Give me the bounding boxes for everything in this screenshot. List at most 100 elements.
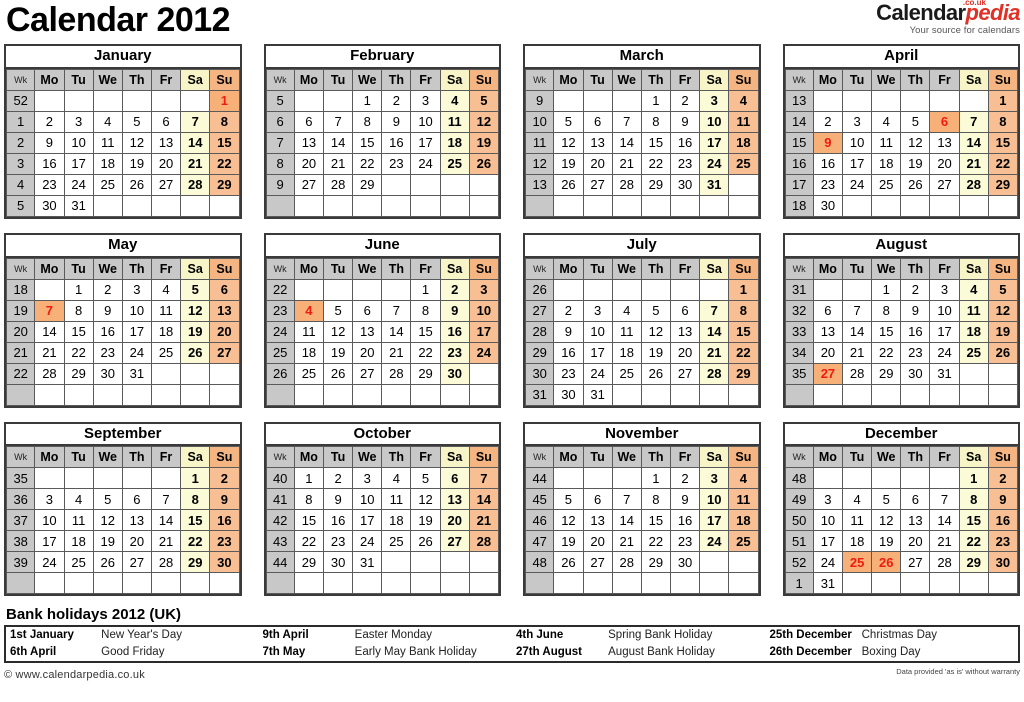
day-cell[interactable]: 6 xyxy=(900,488,931,511)
day-cell[interactable]: 3 xyxy=(812,488,844,511)
day-cell[interactable]: 18 xyxy=(958,320,989,343)
day-cell[interactable]: 12 xyxy=(871,509,902,532)
day-cell[interactable]: 7 xyxy=(699,299,730,322)
day-cell[interactable]: 5 xyxy=(322,299,354,322)
day-cell[interactable]: 14 xyxy=(180,131,211,154)
day-cell[interactable]: 6 xyxy=(439,467,470,490)
day-cell[interactable]: 3 xyxy=(34,488,65,511)
day-cell[interactable]: 1 xyxy=(352,89,383,112)
day-cell[interactable]: 9 xyxy=(553,320,584,343)
day-cell[interactable]: 16 xyxy=(669,509,701,532)
day-cell[interactable]: 16 xyxy=(209,509,240,532)
day-cell[interactable]: 9 xyxy=(669,110,701,133)
day-cell[interactable]: 22 xyxy=(640,152,671,175)
day-cell[interactable]: 6 xyxy=(812,299,844,322)
day-cell-holiday[interactable]: 7 xyxy=(34,299,65,322)
day-cell[interactable]: 15 xyxy=(352,131,383,154)
day-cell[interactable]: 31 xyxy=(699,173,730,196)
day-cell[interactable]: 3 xyxy=(841,110,873,133)
day-cell[interactable]: 23 xyxy=(381,152,412,175)
day-cell[interactable]: 24 xyxy=(410,152,441,175)
day-cell[interactable]: 1 xyxy=(987,89,1019,112)
day-cell[interactable]: 15 xyxy=(640,509,671,532)
day-cell-holiday[interactable]: 4 xyxy=(293,299,325,322)
day-cell[interactable]: 3 xyxy=(699,467,730,490)
day-cell[interactable]: 13 xyxy=(900,509,931,532)
day-cell[interactable]: 7 xyxy=(611,488,642,511)
day-cell[interactable]: 3 xyxy=(352,467,383,490)
day-cell[interactable]: 8 xyxy=(209,110,240,133)
day-cell[interactable]: 17 xyxy=(63,152,94,175)
day-cell[interactable]: 7 xyxy=(180,110,211,133)
day-cell[interactable]: 24 xyxy=(841,173,873,196)
day-cell[interactable]: 19 xyxy=(900,152,931,175)
day-cell[interactable]: 27 xyxy=(900,551,931,574)
day-cell[interactable]: 15 xyxy=(728,320,759,343)
day-cell[interactable]: 28 xyxy=(468,530,500,553)
day-cell[interactable]: 16 xyxy=(439,320,470,343)
day-cell[interactable]: 1 xyxy=(640,89,671,112)
day-cell[interactable]: 27 xyxy=(582,173,613,196)
day-cell[interactable]: 6 xyxy=(669,299,701,322)
day-cell[interactable]: 22 xyxy=(410,341,441,364)
day-cell[interactable]: 5 xyxy=(553,110,584,133)
day-cell[interactable]: 6 xyxy=(293,110,325,133)
day-cell[interactable]: 9 xyxy=(439,299,470,322)
day-cell[interactable]: 5 xyxy=(92,488,123,511)
day-cell[interactable]: 16 xyxy=(669,131,701,154)
day-cell[interactable]: 10 xyxy=(63,131,94,154)
day-cell[interactable]: 22 xyxy=(180,530,211,553)
day-cell[interactable]: 19 xyxy=(121,152,152,175)
day-cell[interactable]: 20 xyxy=(669,341,701,364)
day-cell[interactable]: 22 xyxy=(871,341,902,364)
day-cell[interactable]: 10 xyxy=(352,488,383,511)
day-cell[interactable]: 21 xyxy=(841,341,873,364)
day-cell[interactable]: 13 xyxy=(812,320,844,343)
day-cell[interactable]: 19 xyxy=(180,320,211,343)
day-cell[interactable]: 9 xyxy=(900,299,931,322)
day-cell[interactable]: 2 xyxy=(34,110,65,133)
day-cell[interactable]: 31 xyxy=(582,383,613,406)
day-cell[interactable]: 9 xyxy=(209,488,240,511)
day-cell[interactable]: 11 xyxy=(150,299,182,322)
day-cell[interactable]: 17 xyxy=(34,530,65,553)
day-cell[interactable]: 28 xyxy=(699,362,730,385)
day-cell[interactable]: 26 xyxy=(92,551,123,574)
day-cell[interactable]: 23 xyxy=(322,530,354,553)
day-cell[interactable]: 29 xyxy=(987,173,1019,196)
day-cell[interactable]: 25 xyxy=(958,341,989,364)
day-cell[interactable]: 30 xyxy=(987,551,1019,574)
day-cell[interactable]: 8 xyxy=(352,110,383,133)
day-cell[interactable]: 16 xyxy=(900,320,931,343)
day-cell[interactable]: 24 xyxy=(699,152,730,175)
day-cell[interactable]: 7 xyxy=(929,488,960,511)
day-cell[interactable]: 14 xyxy=(611,509,642,532)
day-cell[interactable]: 24 xyxy=(468,341,500,364)
day-cell[interactable]: 26 xyxy=(322,362,354,385)
day-cell[interactable]: 30 xyxy=(812,194,844,217)
day-cell[interactable]: 14 xyxy=(929,509,960,532)
day-cell[interactable]: 7 xyxy=(150,488,182,511)
day-cell[interactable]: 24 xyxy=(582,362,613,385)
day-cell[interactable]: 24 xyxy=(699,530,730,553)
day-cell[interactable]: 22 xyxy=(640,530,671,553)
day-cell[interactable]: 3 xyxy=(699,89,730,112)
day-cell[interactable]: 26 xyxy=(987,341,1019,364)
day-cell[interactable]: 4 xyxy=(871,110,902,133)
day-cell[interactable]: 28 xyxy=(841,362,873,385)
day-cell[interactable]: 16 xyxy=(812,152,844,175)
day-cell[interactable]: 14 xyxy=(150,509,182,532)
day-cell[interactable]: 8 xyxy=(410,299,441,322)
day-cell[interactable]: 20 xyxy=(929,152,960,175)
day-cell[interactable]: 29 xyxy=(63,362,94,385)
day-cell[interactable]: 20 xyxy=(582,530,613,553)
day-cell[interactable]: 20 xyxy=(900,530,931,553)
day-cell[interactable]: 8 xyxy=(293,488,325,511)
day-cell[interactable]: 2 xyxy=(439,278,470,301)
day-cell[interactable]: 29 xyxy=(640,173,671,196)
day-cell[interactable]: 11 xyxy=(381,488,412,511)
day-cell[interactable]: 25 xyxy=(92,173,123,196)
day-cell[interactable]: 15 xyxy=(209,131,240,154)
day-cell[interactable]: 4 xyxy=(439,89,470,112)
day-cell[interactable]: 7 xyxy=(381,299,412,322)
